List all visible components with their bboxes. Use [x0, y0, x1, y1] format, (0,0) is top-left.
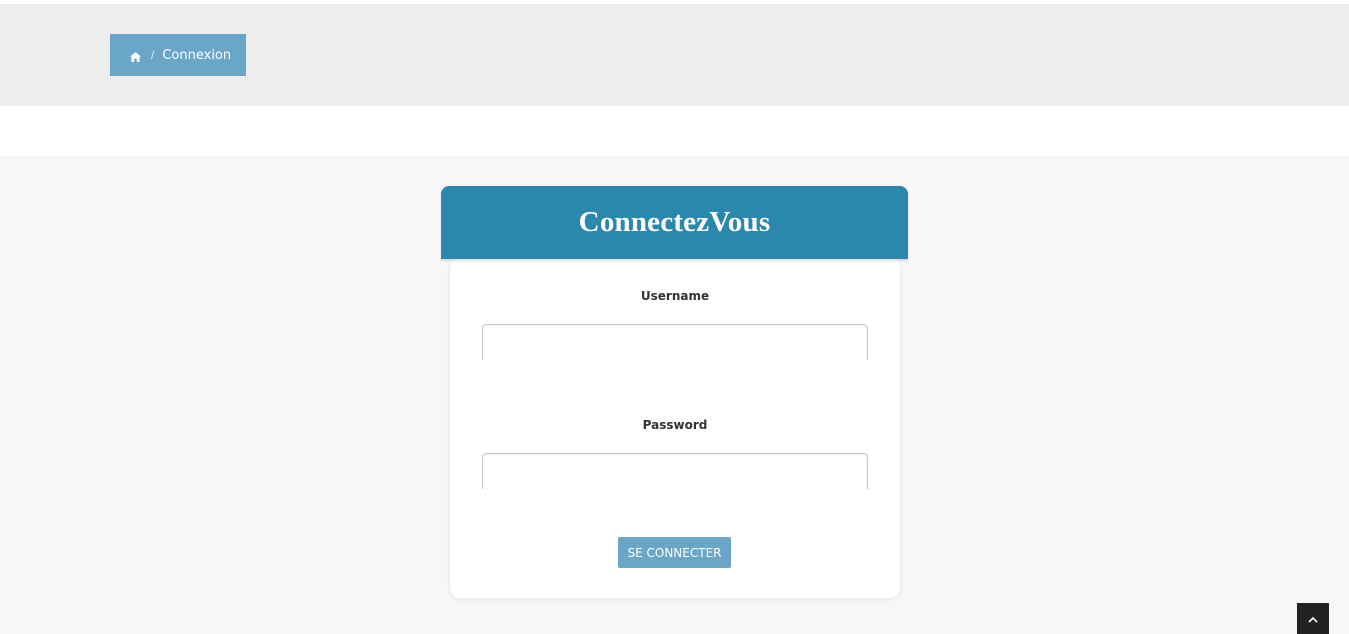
login-card: Username Password SE CONNECTER — [450, 257, 900, 598]
login-title: ConnectezVous — [578, 206, 771, 238]
scroll-to-top-button[interactable] — [1297, 603, 1329, 634]
breadcrumb-current: Connexion — [162, 47, 232, 63]
home-icon[interactable] — [130, 50, 141, 62]
password-label: Password — [642, 418, 708, 432]
chevron-up-icon — [1308, 610, 1318, 628]
breadcrumb-separator: / — [151, 48, 155, 62]
password-input[interactable] — [482, 453, 868, 489]
login-card-header: ConnectezVous — [441, 186, 908, 259]
username-label: Username — [640, 289, 710, 303]
login-button[interactable]: SE CONNECTER — [618, 537, 731, 568]
spacer — [0, 106, 1349, 156]
breadcrumb-band: / Connexion — [0, 4, 1349, 106]
username-input[interactable] — [482, 324, 868, 360]
breadcrumb: / Connexion — [110, 34, 246, 76]
main-area: Username Password SE CONNECTER Connectez… — [0, 156, 1349, 634]
